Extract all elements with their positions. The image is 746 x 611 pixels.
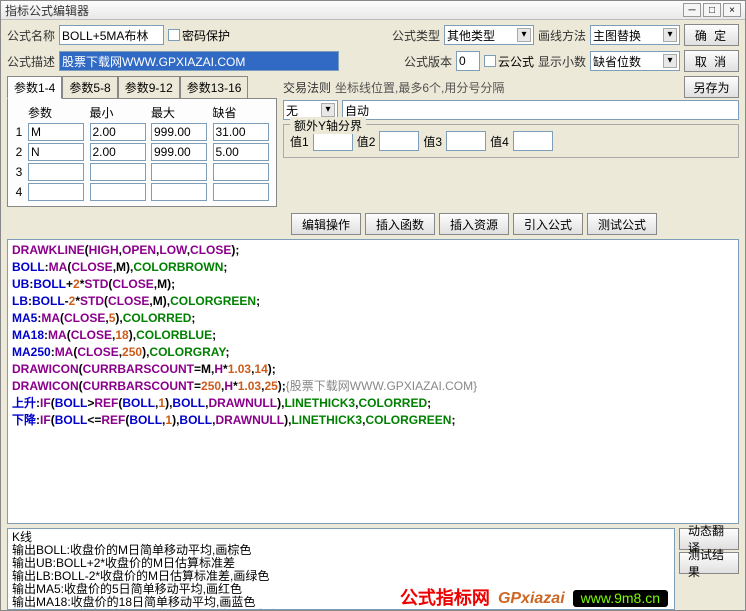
label-line: 画线方法 (538, 27, 586, 44)
p3-min[interactable] (90, 163, 146, 181)
table-row: 2 (12, 142, 272, 162)
hint-text: 坐标线位置,最多6个,用分号分隔 (335, 79, 504, 96)
p3-def[interactable] (213, 163, 269, 181)
v2-input[interactable] (379, 131, 419, 151)
window-title: 指标公式编辑器 (5, 2, 681, 19)
p2-def[interactable] (213, 143, 269, 161)
tab-p2[interactable]: 参数5-8 (62, 76, 117, 98)
watermark: 公式指标网 GPxiazai www.9m8.cn (400, 590, 668, 607)
code-editor[interactable]: DRAWKLINE(HIGH,OPEN,LOW,CLOSE); BOLL:MA(… (7, 239, 739, 524)
label-rule: 交易法则 (283, 79, 331, 96)
checkbox-icon (168, 29, 180, 41)
cloud-check[interactable]: 云公式 (484, 53, 534, 70)
p2-name[interactable] (28, 143, 84, 161)
type-select[interactable]: 其他类型 (444, 25, 534, 45)
test-button[interactable]: 测试公式 (587, 213, 657, 235)
cancel-button[interactable]: 取 消 (684, 50, 739, 72)
tab-p1[interactable]: 参数1-4 (7, 76, 62, 99)
tab-p3[interactable]: 参数9-12 (118, 76, 180, 98)
p3-name[interactable] (28, 163, 84, 181)
result-button[interactable]: 测试结果 (679, 552, 739, 574)
p4-max[interactable] (151, 183, 207, 201)
label-type: 公式类型 (392, 27, 440, 44)
label-ver: 公式版本 (404, 53, 452, 70)
ok-button[interactable]: 确 定 (684, 24, 739, 46)
param-grid: 参数最小最大缺省 1 2 3 4 (7, 98, 277, 207)
label-dec: 显示小数 (538, 53, 586, 70)
p1-min[interactable] (90, 123, 146, 141)
p2-min[interactable] (90, 143, 146, 161)
v1-input[interactable] (313, 131, 353, 151)
p4-def[interactable] (213, 183, 269, 201)
p4-name[interactable] (28, 183, 84, 201)
desc-input[interactable]: 股票下载网WWW.GPXIAZAI.COM (59, 51, 339, 71)
table-row: 4 (12, 182, 272, 202)
v3-input[interactable] (446, 131, 486, 151)
p1-def[interactable] (213, 123, 269, 141)
tab-p4[interactable]: 参数13-16 (180, 76, 249, 98)
p4-min[interactable] (90, 183, 146, 201)
rule-input[interactable] (342, 100, 739, 120)
p3-max[interactable] (151, 163, 207, 181)
edit-button[interactable]: 编辑操作 (291, 213, 361, 235)
dec-select[interactable]: 缺省位数 (590, 51, 680, 71)
p1-name[interactable] (28, 123, 84, 141)
ver-input[interactable] (456, 51, 480, 71)
table-row: 3 (12, 162, 272, 182)
saveas-button[interactable]: 另存为 (684, 76, 739, 98)
output-panel: K线 输出BOLL:收盘价的M日简单移动平均,画棕色 输出UB:BOLL+2*收… (7, 528, 675, 610)
table-row: 1 (12, 122, 272, 142)
maximize-button[interactable]: □ (703, 3, 721, 17)
p1-max[interactable] (151, 123, 207, 141)
insfn-button[interactable]: 插入函数 (365, 213, 435, 235)
checkbox-icon (484, 55, 496, 67)
v4-input[interactable] (513, 131, 553, 151)
extra-axis-group: 额外Y轴分界 值1 值2 值3 值4 (283, 124, 739, 158)
titlebar: 指标公式编辑器 ─ □ × (1, 1, 745, 20)
p2-max[interactable] (151, 143, 207, 161)
label-desc: 公式描述 (7, 53, 55, 70)
label-name: 公式名称 (7, 27, 55, 44)
import-button[interactable]: 引入公式 (513, 213, 583, 235)
pwd-check[interactable]: 密码保护 (168, 27, 230, 44)
minimize-button[interactable]: ─ (683, 3, 701, 17)
line-select[interactable]: 主图替换 (590, 25, 680, 45)
close-button[interactable]: × (723, 3, 741, 17)
insres-button[interactable]: 插入资源 (439, 213, 509, 235)
name-input[interactable] (59, 25, 164, 45)
